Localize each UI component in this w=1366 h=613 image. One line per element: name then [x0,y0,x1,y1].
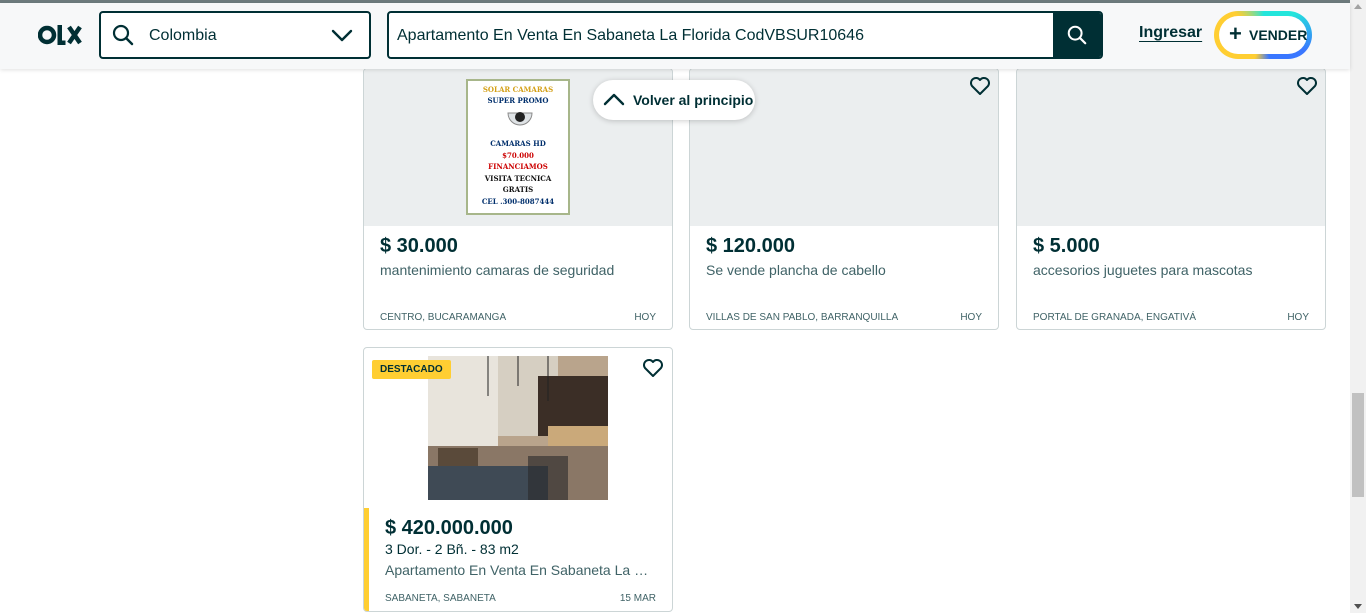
search-input[interactable]: Apartamento En Venta En Sabaneta La Flor… [387,11,1103,59]
login-link[interactable]: Ingresar [1139,24,1202,42]
chevron-down-icon[interactable] [331,27,353,48]
search-button[interactable] [1053,13,1101,57]
listing-price: $ 5.000 [1033,235,1100,257]
security-camera-poster: SOLAR CAMARAS SUPER PROMO CAMARAS HD $70… [466,79,570,215]
listing-date: HOY [634,312,656,323]
listing-card-featured[interactable]: DESTACADO $ 420.000.000 3 Dor. - 2 Bñ. -… [363,347,673,612]
featured-accent-bar [364,508,369,611]
scroll-up-arrow[interactable] [1354,4,1362,9]
scroll-down-arrow[interactable] [1354,604,1362,609]
olx-logo[interactable] [37,22,82,48]
listing-date: HOY [1287,312,1309,323]
listing-price: $ 420.000.000 [385,517,513,539]
header: Colombia Apartamento En Venta En Sabanet… [0,3,1350,69]
listing-title: accesorios juguetes para mascotas [1033,262,1253,278]
listing-title: mantenimiento camaras de seguridad [380,262,615,278]
listing-title: Se vende plancha de cabello [706,262,886,278]
listing-price: $ 120.000 [706,235,795,257]
listing-location: SABANETA, SABANETA [385,593,496,604]
listing-title: Apartamento En Venta En Sabaneta La Fl..… [385,562,655,578]
favorite-heart-icon[interactable] [641,356,665,380]
favorite-heart-icon[interactable] [968,74,992,98]
listing-location: VILLAS DE SAN PABLO, BARRANQUILLA [706,312,899,323]
favorite-heart-icon[interactable] [1295,74,1319,98]
listing-location: CENTRO, BUCARAMANGA [380,312,507,323]
search-query-text: Apartamento En Venta En Sabaneta La Flor… [397,27,864,44]
listing-details: 3 Dor. - 2 Bñ. - 83 m2 [385,541,519,557]
listing-price: $ 30.000 [380,235,458,257]
listing-date: 15 MAR [619,593,656,604]
featured-badge: DESTACADO [372,360,451,379]
sell-label: VENDER [1249,27,1308,43]
location-value: Colombia [149,27,217,44]
plus-icon: + [1229,21,1242,46]
vertical-scrollbar[interactable] [1350,0,1366,613]
listing-date: HOY [960,312,982,323]
sell-button[interactable]: + VENDER [1214,11,1312,59]
apartment-photo [428,356,608,500]
chevron-up-icon [603,93,625,106]
listing-card[interactable]: $ 5.000 accesorios juguetes para mascota… [1016,68,1326,330]
scroll-thumb[interactable] [1352,393,1364,497]
location-select[interactable]: Colombia [99,11,371,59]
back-to-top-label: Volver al principio [633,92,754,108]
listing-location: PORTAL DE GRANADA, ENGATIVÁ [1033,312,1196,323]
listing-image [1017,69,1325,226]
back-to-top-button[interactable]: Volver al principio [593,80,755,120]
search-icon [111,23,135,52]
